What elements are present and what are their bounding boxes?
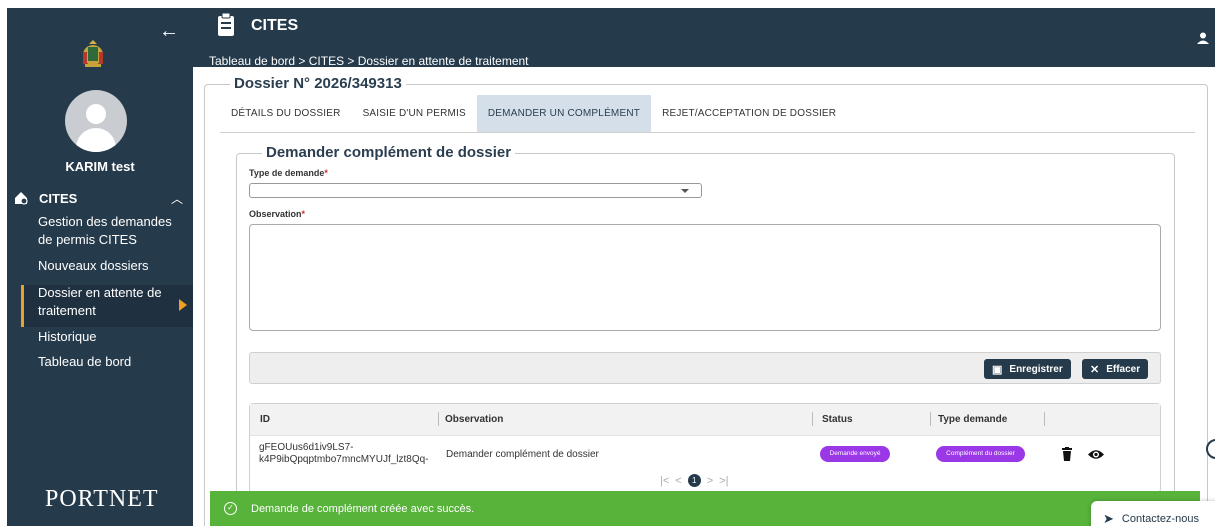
sidebar-item-attente[interactable]: Dossier en attente de traitement	[38, 284, 166, 320]
frame-edge	[0, 0, 7, 526]
column-separator	[438, 412, 439, 426]
breadcrumb: Tableau de bord > CITES > Dossier en att…	[209, 54, 529, 68]
chevron-up-icon[interactable]: ︿	[171, 190, 183, 207]
column-separator	[1044, 412, 1045, 426]
tab-demander-complement[interactable]: DEMANDER UN COMPLÉMENT	[476, 95, 652, 132]
column-separator	[930, 412, 931, 426]
save-icon: ▣	[992, 363, 1003, 376]
page-number-button[interactable]: 1	[687, 474, 701, 487]
chevron-down-icon[interactable]	[681, 189, 689, 193]
tab-details[interactable]: DÉTAILS DU DOSSIER	[220, 95, 352, 132]
sidebar-section-cites[interactable]: CITES ︿	[13, 188, 183, 208]
th-observation: Observation	[445, 414, 504, 425]
avatar	[65, 90, 127, 152]
header: CITES Tableau de bord > CITES > Dossier …	[193, 8, 1215, 68]
dossier-title: Dossier N° 2026/349313	[230, 75, 406, 92]
send-icon: ➤	[1103, 510, 1114, 526]
check-circle-icon: ✓	[224, 502, 237, 515]
avatar-body	[76, 128, 116, 152]
th-type-demande: Type demande	[938, 414, 1008, 425]
close-icon: ✕	[1090, 363, 1100, 376]
type-demande-select[interactable]	[249, 183, 702, 198]
th-status: Status	[822, 414, 853, 425]
type-badge: Complément du dossier	[936, 446, 1025, 462]
column-separator	[812, 412, 813, 426]
sidebar-section-label: CITES	[39, 190, 78, 206]
clear-button[interactable]: ✕ Effacer	[1082, 359, 1149, 379]
th-id: ID	[260, 414, 270, 425]
user-name: KARIM test	[65, 159, 135, 174]
observation-textarea[interactable]	[249, 224, 1161, 331]
clipboard-icon	[218, 13, 234, 36]
success-toast: ✓ Demande de complément créée avec succè…	[210, 491, 1200, 526]
caret-right-icon	[179, 299, 187, 311]
tab-rejet-acceptation[interactable]: REJET/ACCEPTATION DE DOSSIER	[651, 95, 847, 132]
page-title: CITES	[251, 17, 299, 34]
type-demande-label-text: Type de demande	[249, 168, 325, 178]
user-icon[interactable]	[1197, 32, 1209, 44]
form-title: Demander complément de dossier	[262, 144, 516, 161]
prev-page-button[interactable]: <	[675, 475, 681, 487]
trash-icon[interactable]	[1062, 447, 1072, 461]
sidebar-item-nouveaux[interactable]: Nouveaux dossiers	[38, 257, 188, 275]
sidebar-item-tableau[interactable]: Tableau de bord	[38, 353, 188, 371]
cell-id-line1: gFEOUus6d1iv9LS7-	[259, 442, 354, 453]
home-gear-icon	[15, 192, 28, 205]
required-mark: *	[324, 168, 328, 178]
save-button-label: Enregistrer	[1009, 363, 1063, 375]
toast-message: Demande de complément créée avec succès.	[251, 502, 475, 515]
contact-button[interactable]: ➤ Contactez-nous	[1091, 501, 1215, 526]
sidebar-item-gestion[interactable]: Gestion des demandes de permis CITES	[38, 213, 188, 249]
observation-label: Observation*	[249, 209, 305, 219]
pagination: |< < 1 > >|	[660, 474, 728, 487]
portnet-logo: PORTNET	[45, 486, 159, 512]
avatar-head	[86, 104, 106, 124]
tab-saisie-permis[interactable]: SAISIE D'UN PERMIS	[352, 95, 477, 132]
contact-label: Contactez-nous	[1121, 512, 1199, 525]
sidebar-item-historique[interactable]: Historique	[38, 328, 188, 346]
last-page-button[interactable]: >|	[719, 475, 728, 487]
first-page-button[interactable]: |<	[660, 475, 669, 487]
sidebar: ← KARIM test CITES ︿ Gestion des demande…	[7, 8, 193, 526]
cell-id-line2: k4P9ibQpqptmbo7mncMYUJf_lzt8Qq-	[259, 454, 429, 465]
table-header: ID Observation Status Type demande	[250, 404, 1160, 436]
save-button[interactable]: ▣ Enregistrer	[984, 359, 1071, 379]
tab-bar: DÉTAILS DU DOSSIER SAISIE D'UN PERMIS DE…	[220, 95, 847, 132]
eye-icon[interactable]	[1088, 449, 1104, 460]
clear-button-label: Effacer	[1106, 363, 1141, 375]
observation-label-text: Observation	[249, 209, 302, 219]
type-demande-label: Type de demande*	[249, 168, 328, 178]
emblem-icon	[83, 40, 103, 67]
back-arrow-icon[interactable]: ←	[159, 20, 179, 43]
cell-observation: Demander complément de dossier	[446, 449, 599, 460]
next-page-button[interactable]: >	[707, 475, 713, 487]
required-mark: *	[301, 209, 306, 219]
status-badge: Demande envoyé	[820, 446, 890, 462]
tabs-divider	[220, 132, 1195, 133]
